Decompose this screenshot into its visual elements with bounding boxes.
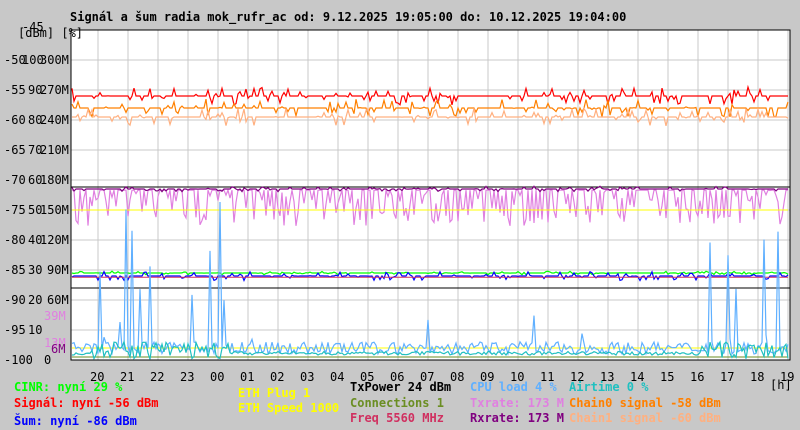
- y-tick-dbm: -75: [4, 203, 26, 217]
- y-tick-dbm: -100: [4, 353, 33, 367]
- legend-item: Chain1 signal -60 dBm: [569, 411, 721, 425]
- x-tick: 19: [780, 370, 795, 384]
- y-tick-dbm: -95: [4, 323, 26, 337]
- x-tick: 08: [450, 370, 465, 384]
- y-tick-rate: 150M: [40, 203, 69, 217]
- x-tick: 23: [180, 370, 195, 384]
- chart-svg: [70, 29, 791, 361]
- legend-item: CPU load 4 %: [470, 380, 557, 394]
- legend-item: ETH Speed 1000: [238, 401, 340, 415]
- y-tick-pct: 30: [28, 263, 43, 277]
- y-tick-dbm: -80: [4, 233, 26, 247]
- legend-item: Signál: nyní -56 dBm: [14, 396, 159, 410]
- x-tick: 01: [240, 370, 255, 384]
- chart-window: Signál a šum radia mok_rufr_ac od: 9.12.…: [0, 0, 800, 430]
- legend-item: Connections 1: [350, 396, 444, 410]
- y-tick-top: -45: [22, 20, 44, 34]
- legend-item: Chain0 signal -58 dBm: [569, 396, 721, 410]
- x-tick: 16: [690, 370, 705, 384]
- y-extra-label: 39M: [44, 309, 66, 323]
- y-tick-dbm: -55: [4, 83, 26, 97]
- y-tick-rate: 60M: [47, 293, 69, 307]
- chart-title: Signál a šum radia mok_rufr_ac od: 9.12.…: [70, 10, 627, 24]
- y-tick-rate: 180M: [40, 173, 69, 187]
- y-tick-dbm: -90: [4, 293, 26, 307]
- y-tick-rate: 210M: [40, 143, 69, 157]
- y-tick-rate: 270M: [40, 83, 69, 97]
- legend-item: Šum: nyní -86 dBm: [14, 414, 137, 428]
- legend-item: Txrate: 173 M: [470, 396, 564, 410]
- x-tick: 03: [300, 370, 315, 384]
- y-tick-rate: 300M: [40, 53, 69, 67]
- x-tick: 00: [210, 370, 225, 384]
- legend-item: Freq 5560 MHz: [350, 411, 444, 425]
- x-tick: 22: [150, 370, 165, 384]
- legend-item: Airtime 0 %: [569, 380, 649, 394]
- y-tick-rate: 90M: [47, 263, 69, 277]
- y-extra-label: 6M: [51, 342, 66, 356]
- x-tick: 15: [660, 370, 675, 384]
- y-tick-pct: 20: [28, 293, 43, 307]
- y-tick-rate: 120M: [40, 233, 69, 247]
- legend-item: CINR: nyní 29 %: [14, 380, 123, 394]
- y-tick-dbm: -60: [4, 113, 26, 127]
- x-tick: 17: [720, 370, 735, 384]
- legend-item: TxPower 24 dBm: [350, 380, 452, 394]
- y-tick-dbm: -70: [4, 173, 26, 187]
- x-tick: 04: [330, 370, 345, 384]
- y-tick-dbm: -65: [4, 143, 26, 157]
- y-tick-dbm: -85: [4, 263, 26, 277]
- y-tick-pct: 10: [28, 323, 43, 337]
- y-tick-rate: 240M: [40, 113, 69, 127]
- x-tick: 02: [270, 370, 285, 384]
- legend-item: ETH Plug 1: [238, 386, 311, 400]
- legend-item: Rxrate: 173 M: [470, 411, 564, 425]
- x-tick: 18: [750, 370, 765, 384]
